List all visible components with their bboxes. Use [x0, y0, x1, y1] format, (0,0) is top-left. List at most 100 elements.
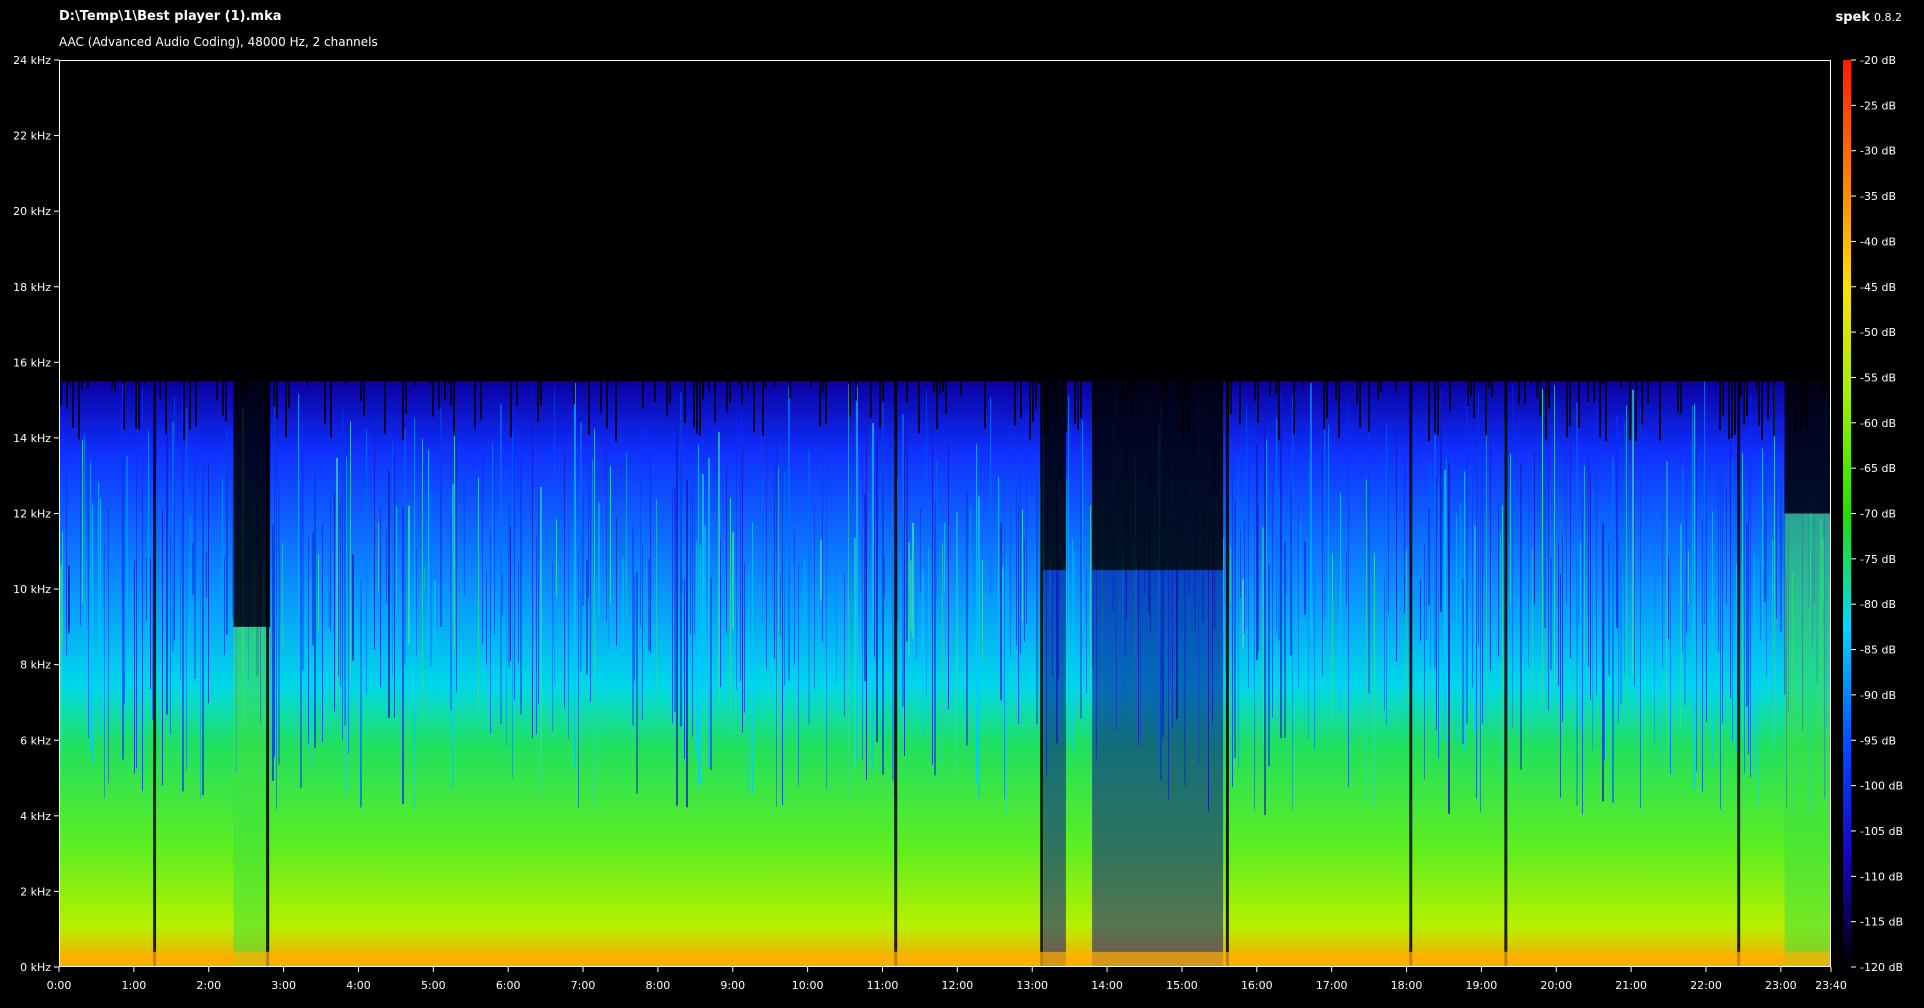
spectrum-streak: [1774, 386, 1775, 751]
cutoff-gap: [1566, 381, 1568, 438]
cutoff-gap: [1635, 381, 1637, 441]
spectrum-streak: [704, 525, 706, 703]
spectrum-streak: [330, 496, 331, 632]
y-tick-label: 18 kHz: [13, 281, 51, 294]
spectrum-streak: [1374, 553, 1375, 808]
spectrum-streak: [1726, 487, 1727, 605]
spectrum-streak: [682, 569, 683, 595]
spectrum-streak: [126, 455, 128, 614]
spectrum-streak: [606, 407, 607, 621]
spectrum-streak: [416, 547, 417, 656]
spectrum-streak: [1456, 513, 1457, 746]
spectrum-streak: [578, 550, 579, 808]
cutoff-gap: [69, 381, 71, 386]
spectrum-streak: [1086, 569, 1087, 694]
spectrum-streak: [1234, 501, 1236, 759]
spectrum-streak: [598, 502, 600, 618]
spectrum-streak: [1616, 415, 1618, 628]
spectrum-streak: [1368, 412, 1370, 693]
spectrum-streak: [80, 448, 81, 627]
cutoff-gap: [588, 381, 590, 435]
spectrum-streak: [1502, 505, 1503, 769]
spectrum-streak: [1732, 459, 1733, 742]
cutoff-gap: [87, 381, 89, 389]
spectrum-streak: [136, 425, 137, 769]
spectrum-streak: [404, 429, 406, 665]
spectrum-streak: [346, 456, 347, 796]
cutoff-gap: [222, 381, 224, 416]
spectrum-streak: [804, 558, 805, 712]
spectrum-streak: [88, 454, 89, 738]
spectrum-streak: [282, 542, 283, 651]
cutoff-gap: [72, 381, 74, 428]
cutoff-gap: [1578, 381, 1580, 428]
spectrum-streak: [778, 466, 779, 748]
cutoff-gap: [582, 381, 584, 383]
spectrum-streak: [1080, 459, 1082, 719]
spectrum-streak: [1686, 446, 1687, 634]
spectrum-streak: [864, 493, 866, 682]
spectrum-streak: [84, 435, 85, 689]
spectrum-streak: [1580, 541, 1581, 727]
cutoff-gap: [225, 381, 227, 422]
cutoff-gap: [825, 381, 827, 424]
spectrum-streak: [556, 519, 557, 597]
cutoff-gap: [1368, 381, 1370, 432]
spectrum-streak: [500, 404, 502, 725]
spectrum-streak: [1576, 402, 1578, 807]
spectrum-streak: [752, 522, 753, 795]
spectrum-streak: [272, 524, 274, 781]
cutoff-gap: [1536, 381, 1538, 399]
spectrum-streak: [1278, 489, 1280, 641]
spectrum-streak: [1498, 506, 1499, 657]
spectrum-streak: [814, 504, 815, 689]
spectrum-streak: [1428, 508, 1430, 605]
quiet-segment-top: [1092, 381, 1224, 571]
spectrum-streak: [892, 551, 894, 781]
spectrum-streak: [90, 462, 91, 752]
spectrum-streak: [1430, 462, 1431, 667]
spectrum-streak: [1474, 525, 1476, 731]
spectrum-streak: [874, 462, 875, 657]
spectrum-streak: [502, 574, 503, 615]
spectrum-streak: [348, 548, 349, 754]
spectrum-streak: [1694, 404, 1695, 790]
spectrum-streak: [742, 445, 743, 733]
spectrum-energy: [60, 381, 1830, 968]
spectrum-streak: [192, 542, 194, 595]
spectrum-streak: [1582, 493, 1583, 815]
spectrum-streak: [622, 557, 624, 651]
spectrum-streak: [902, 413, 904, 707]
spectrum-streak: [1742, 452, 1743, 738]
spectrum-streak: [336, 457, 338, 703]
spectrum-streak: [388, 470, 390, 718]
x-tick-label: 14:00: [1091, 979, 1123, 992]
spectrum-streak: [378, 522, 379, 594]
spectrum-streak: [1760, 563, 1761, 641]
spectrum-streak: [690, 490, 691, 634]
cutoff-gap: [144, 381, 146, 386]
spectrum-streak: [532, 381, 533, 738]
spectrum-streak: [190, 515, 191, 641]
spectrum-streak: [510, 525, 511, 661]
silence-gap: [1040, 381, 1044, 968]
spectrum-streak: [1654, 540, 1655, 745]
spectrum-streak: [298, 394, 299, 652]
spectrum-streak: [826, 464, 827, 790]
cutoff-gap: [741, 381, 743, 404]
x-tick-label: 18:00: [1391, 979, 1423, 992]
spectrum-streak: [494, 464, 495, 635]
cutoff-gap: [1080, 381, 1082, 418]
spectrum-streak: [1246, 405, 1247, 628]
spectrum-streak: [1696, 404, 1697, 772]
x-tick-label: 0:00: [47, 979, 72, 992]
y-tick-label: 16 kHz: [13, 356, 51, 369]
spectrum-streak: [1036, 466, 1038, 725]
spectrum-streak: [1366, 479, 1367, 805]
cutoff-gap: [447, 381, 449, 384]
spectrum-streak: [1016, 488, 1017, 646]
spectrum-streak: [928, 546, 929, 633]
spectrum-streak: [1528, 464, 1529, 667]
cutoff-gap: [606, 381, 608, 429]
spectrum-streak: [1004, 470, 1005, 800]
